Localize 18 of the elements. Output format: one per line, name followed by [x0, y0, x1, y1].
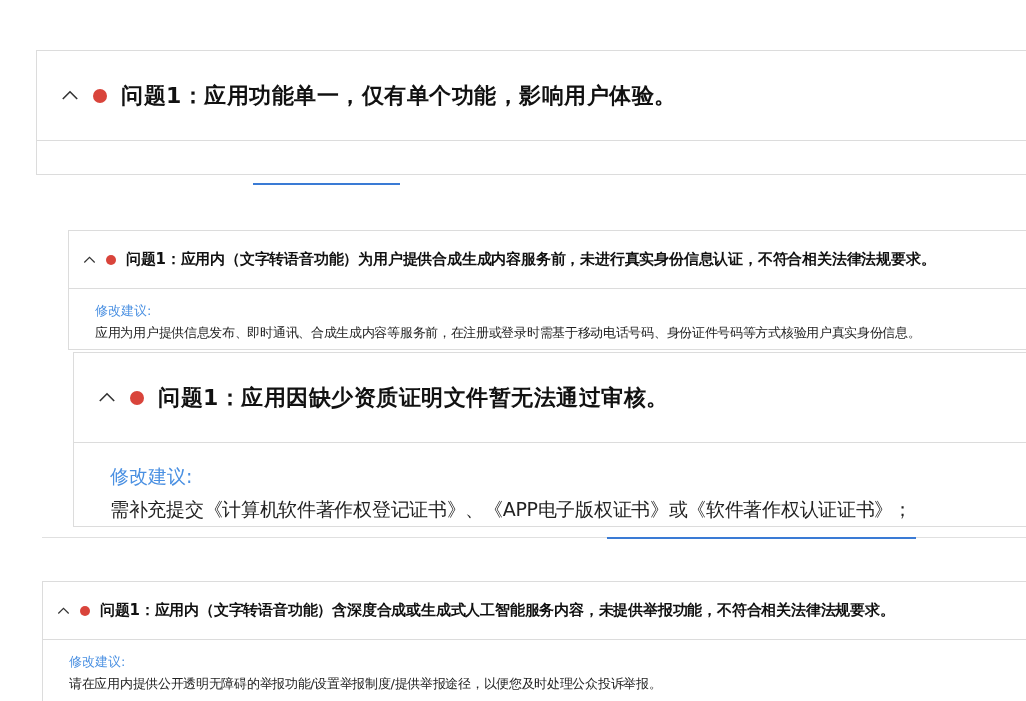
status-dot [130, 390, 144, 405]
status-dot [106, 254, 116, 265]
issue-title: 问题1：应用内（文字转语音功能）为用户提供合成生成内容服务前，未进行真实身份信息认证，不符合相关法律法规要求。 [126, 250, 936, 269]
status-dot [93, 88, 107, 103]
chevron-up-icon[interactable] [98, 392, 116, 403]
suggestion-label: 修改建议: [95, 303, 152, 319]
issue-title: 问题1：应用因缺少资质证明文件暂无法通过审核。 [158, 383, 669, 412]
status-dot [80, 605, 90, 616]
issue-title: 问题1：应用内（文字转语音功能）含深度合成或生成式人工智能服务内容，未提供举报功能，不符合相关法律法规要求。 [100, 601, 895, 620]
chevron-up-icon[interactable] [57, 606, 70, 615]
suggestion-text: 需补充提交《计算机软件著作权登记证书》、《APP电子版权证书》或《软件著作权认证证书》； [110, 497, 912, 521]
suggestion-text: 请在应用内提供公开透明无障碍的举报功能/设置举报制度/提供举报途径，以便您及时处理公众投诉举报。 [69, 675, 662, 692]
suggestion-label: 修改建议: [69, 654, 126, 670]
chevron-up-icon[interactable] [61, 90, 79, 101]
suggestion-text: 应用为用户提供信息发布、即时通讯、合成生成内容等服务前，在注册或登录时需基于移动电话号码、身份证件号码等方式核验用户真实身份信息。 [95, 324, 921, 341]
suggestion-label: 修改建议: [110, 465, 193, 488]
chevron-up-icon[interactable] [83, 255, 96, 264]
issue-title: 问题1：应用功能单一，仅有单个功能，影响用户体验。 [121, 81, 677, 110]
